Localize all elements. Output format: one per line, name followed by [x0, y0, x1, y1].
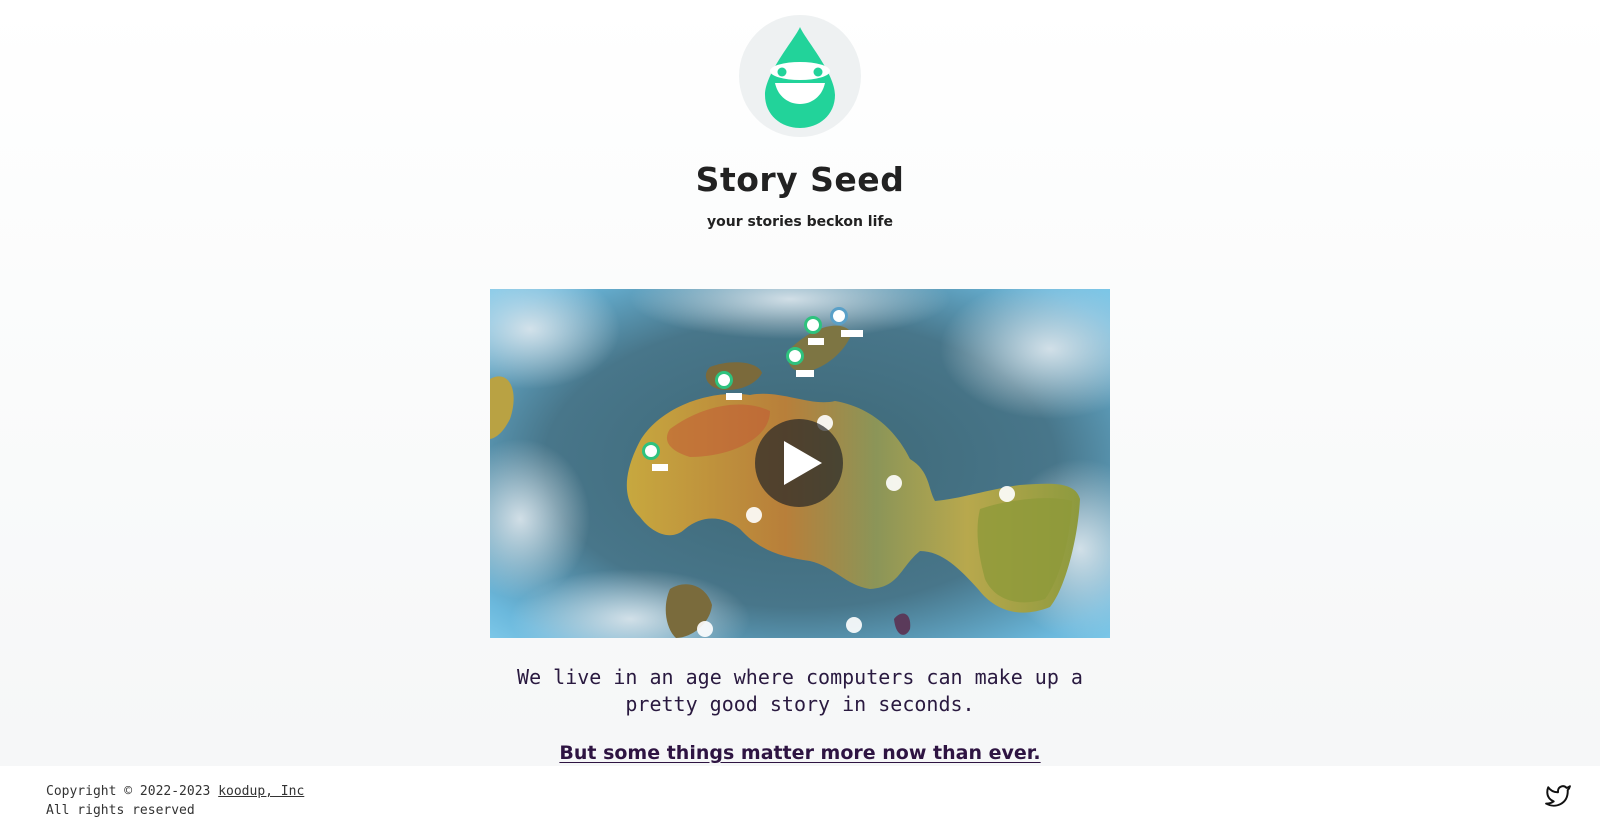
logo — [739, 15, 861, 137]
twitter-link[interactable] — [1545, 783, 1571, 809]
footer: Copyright © 2022-2023 koodup, Inc All ri… — [0, 766, 1600, 834]
play-icon — [784, 441, 822, 485]
copyright: Copyright © 2022-2023 koodup, Inc All ri… — [46, 782, 304, 820]
twitter-icon — [1545, 785, 1571, 807]
rights-text: All rights reserved — [46, 803, 195, 818]
intro-text: We live in an age where computers can ma… — [517, 665, 1083, 716]
page-title: Story Seed — [695, 160, 905, 199]
company-link[interactable]: koodup, Inc — [218, 784, 304, 799]
copyright-prefix: Copyright © 2022-2023 — [46, 784, 219, 799]
play-button[interactable] — [755, 419, 843, 507]
highlight-link[interactable]: But some things matter more now than eve… — [559, 742, 1040, 764]
tagline: your stories beckon life — [707, 214, 893, 230]
seed-logo-icon — [765, 27, 835, 128]
video-player[interactable] — [490, 289, 1110, 638]
main-content: Story Seed your stories beckon life We l… — [0, 0, 1600, 766]
highlight-text[interactable]: But some things matter more now than eve… — [0, 742, 1600, 764]
copyright-line: Copyright © 2022-2023 koodup, Inc — [46, 782, 304, 801]
